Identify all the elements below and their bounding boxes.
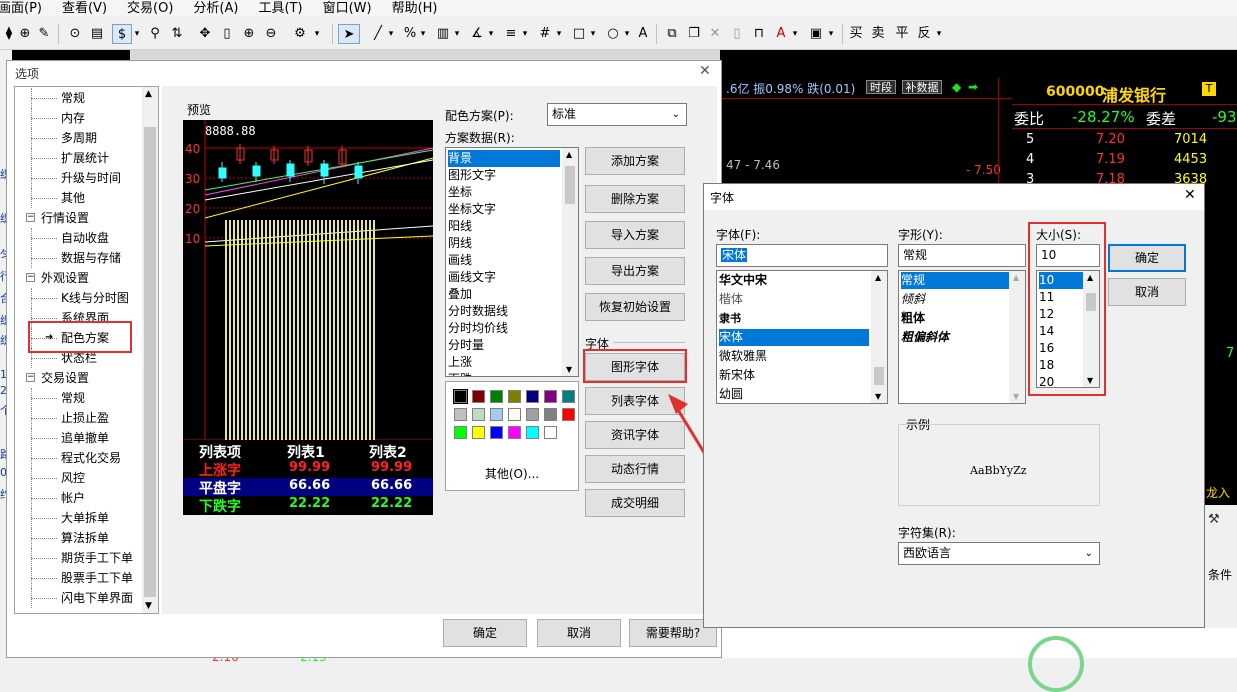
list-scrollbar[interactable]: ▲ ▼ [1009,271,1025,403]
list-scrollbar[interactable]: ▲ ▼ [871,271,887,403]
font-list-item[interactable]: 隶书 [719,310,869,327]
font-dialog-title: 字体 [710,191,735,205]
style-input[interactable]: 常规 [898,244,1026,267]
scroll-thumb[interactable] [874,367,884,385]
chevron-down-icon[interactable]: ▼ [875,392,881,401]
style-input-value: 常规 [903,248,928,262]
highlight-size [1028,222,1106,396]
font-list-item[interactable]: 幼圆 [719,386,869,403]
font-list-item[interactable]: 微软雅黑 [719,348,869,365]
font-label: 字体(F): [716,228,761,242]
charset-select[interactable]: 西欧语言 ⌄ [898,542,1100,565]
chevron-down-icon[interactable]: ▼ [1013,392,1019,401]
font-list-item[interactable]: 楷体 [719,291,869,308]
font-ok-button[interactable]: 确定 [1108,244,1186,272]
font-list-item[interactable]: 宋体 [719,329,869,346]
style-list-item[interactable]: 粗偏斜体 [901,329,1009,346]
style-list-item[interactable]: 粗体 [901,310,1009,327]
chevron-up-icon[interactable]: ▲ [1013,273,1019,282]
charset-select-value: 西欧语言 [903,546,952,560]
font-dialog-titlebar: 字体 ✕ [704,184,1204,210]
close-icon[interactable]: ✕ [1184,187,1196,203]
font-list-item[interactable]: 新宋体 [719,367,869,384]
style-label: 字形(Y): [898,228,943,242]
chevron-up-icon[interactable]: ▲ [875,273,881,282]
chevron-down-icon: ⌄ [1084,548,1093,559]
font-list-item[interactable]: 华文中宋 [719,272,869,289]
style-list-item[interactable]: 常规 [901,272,1009,289]
font-cancel-button[interactable]: 取消 [1108,278,1186,306]
font-list[interactable]: 华文中宋楷体隶书宋体微软雅黑新宋体幼圆 ▲ ▼ [716,270,888,404]
font-input-value: 宋体 [721,248,748,262]
sample-text: AaBbYyZz [970,464,1027,477]
font-input[interactable]: 宋体 [716,244,888,267]
font-dialog: 字体 ✕ 字体(F): 宋体 华文中宋 楷体 隶书 宋体 微软雅黑 新宋体 幼圆 ▲ ▼ 字… [703,183,1205,628]
charset-label: 字符集(R): [898,526,956,540]
style-list[interactable]: 常规倾斜粗体粗偏斜体 ▲ ▼ [898,270,1026,404]
style-list-item[interactable]: 倾斜 [901,291,1009,308]
